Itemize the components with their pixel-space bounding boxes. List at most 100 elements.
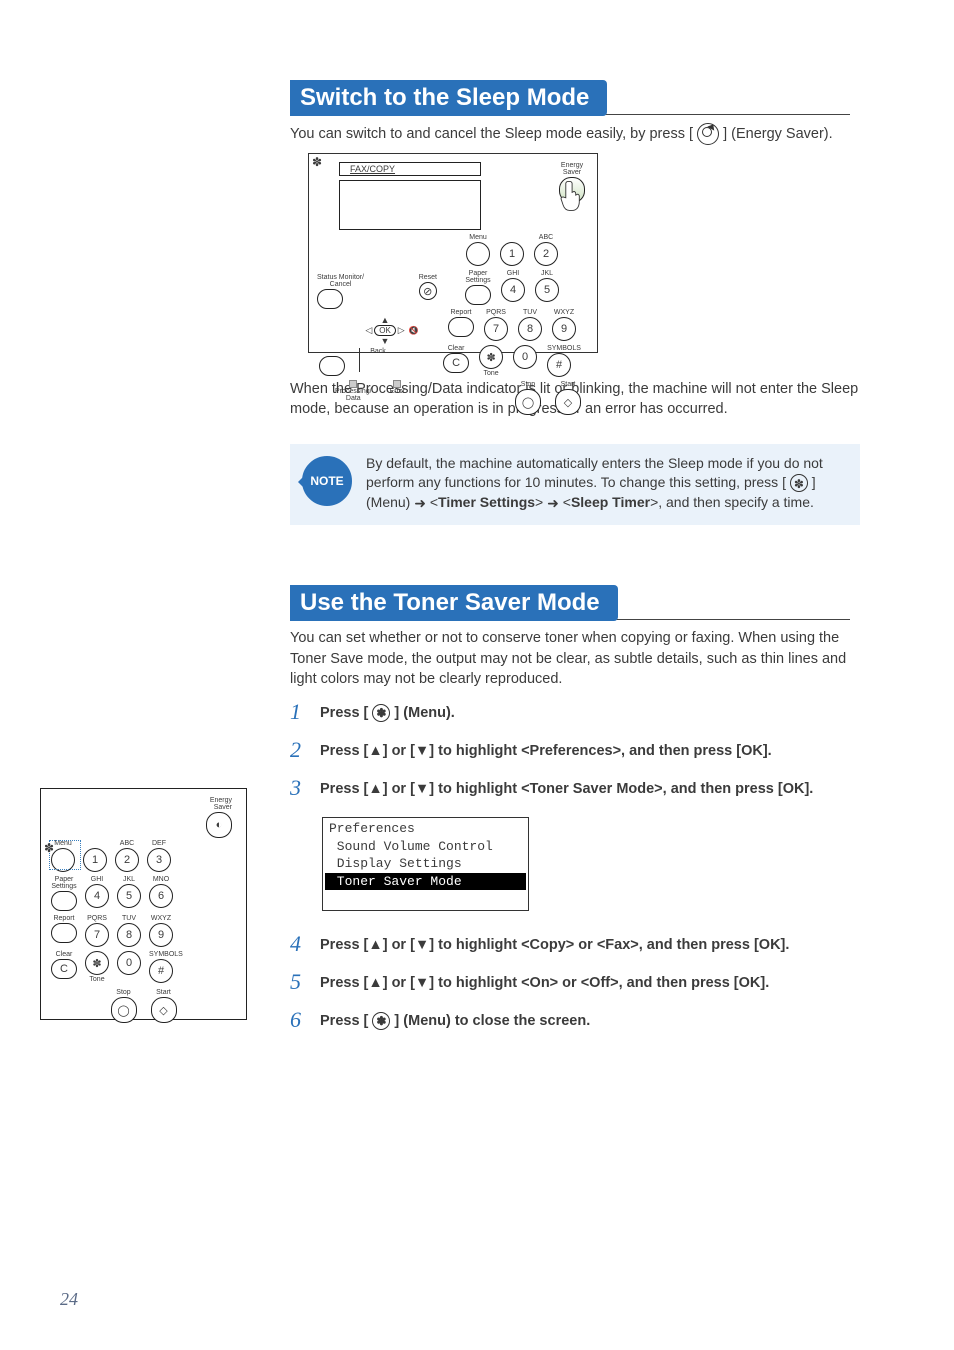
kp-stop: ◯ [111, 997, 137, 1023]
back-button [319, 356, 345, 376]
kp-9: 9 [552, 317, 576, 341]
energy-saver-icon [697, 123, 719, 145]
section-heading-sleep: Switch to the Sleep Mode [290, 80, 860, 114]
note-post: >, and then specify a time. [650, 494, 814, 510]
kp-1: 1 [500, 242, 524, 266]
menu-icon [790, 474, 808, 492]
kp-start: ◇ [151, 997, 177, 1023]
step-1: 1 Press [ ] (Menu). [290, 701, 860, 723]
ok-button: OK [374, 325, 396, 336]
kp-6: 6 [149, 884, 173, 908]
fax-copy-tab: FAX/COPY [339, 162, 481, 176]
kp-symbols: SYMBOLS [547, 345, 581, 352]
step-num: 3 [290, 777, 308, 799]
control-panel-illustration: FAX/COPY Energy Saver ◐ Status Monit [308, 153, 598, 353]
kp-5: 5 [535, 278, 559, 302]
step-num: 2 [290, 739, 308, 761]
reset-label: Reset [419, 274, 437, 281]
kp-clear: C [51, 959, 77, 979]
kp-2: 2 [534, 242, 558, 266]
note-sleep: Sleep Timer [571, 494, 650, 510]
note-badge: NOTE [302, 456, 352, 506]
heading-tab: Use the Toner Saver Mode [290, 585, 618, 621]
kp-stop: ◯ [515, 389, 541, 415]
kp-star: ✽ [85, 951, 109, 975]
step-list: 1 Press [ ] (Menu). 2 Press [▲] or [▼] t… [290, 701, 860, 1031]
section-heading-toner: Use the Toner Saver Mode [290, 585, 860, 619]
kp-tuv: TUV [518, 309, 542, 316]
kp-abc: ABC [534, 234, 558, 241]
error-label: Error [390, 388, 406, 395]
intro-toner: You can set whether or not to conserve t… [290, 628, 860, 689]
reset-button: ⊘ [419, 282, 437, 300]
kp-clear-label: Clear [443, 345, 469, 352]
kp-menu-label: Menu [466, 234, 490, 241]
processing-led [349, 380, 357, 388]
kp-tone-label: Tone [479, 370, 503, 377]
kp-7: 7 [85, 923, 109, 947]
step-text: Press [ ] (Menu) to close the screen. [320, 1009, 590, 1031]
step-text: Press [▲] or [▼] to highlight <Preferenc… [320, 739, 772, 761]
step-text: Press [▲] or [▼] to highlight <Copy> or … [320, 933, 789, 955]
kp-report [51, 923, 77, 943]
menu-icon [372, 704, 390, 722]
step-num: 4 [290, 933, 308, 955]
note-box: NOTE By default, the machine automatical… [290, 444, 860, 526]
note-text: By default, the machine automatically en… [366, 454, 848, 514]
lcd-title: Preferences [323, 820, 528, 838]
kp-start: ◇ [555, 389, 581, 415]
step-num: 1 [290, 701, 308, 723]
step-3: 3 Press [▲] or [▼] to highlight <Toner S… [290, 777, 860, 917]
arrow-icon: ➜ [547, 494, 559, 514]
kp-2: 2 [115, 848, 139, 872]
processing-label: Processing/ Data [335, 388, 372, 402]
lcd-row-selected: Toner Saver Mode [325, 873, 526, 891]
note-timer: Timer Settings [438, 494, 535, 510]
intro-pre: You can switch to and cancel the Sleep m… [290, 126, 697, 142]
step-num: 6 [290, 1009, 308, 1031]
kp-wxyz: WXYZ [552, 309, 576, 316]
status-monitor-button [317, 289, 343, 309]
step-2: 2 Press [▲] or [▼] to highlight <Prefere… [290, 739, 860, 761]
kp-menu [466, 242, 490, 266]
intro-sleep: You can switch to and cancel the Sleep m… [290, 123, 860, 145]
kp-0: 0 [117, 951, 141, 975]
heading-tab: Switch to the Sleep Mode [290, 80, 607, 116]
kp-3: 3 [147, 848, 171, 872]
callout-line [359, 348, 360, 372]
intro-post: ] (Energy Saver). [719, 126, 833, 142]
energy-saver-label: Energy Saver [41, 797, 232, 811]
kp-0: 0 [513, 345, 537, 369]
kp-clear: C [443, 353, 469, 373]
kp-5: 5 [117, 884, 141, 908]
lcd-row: Sound Volume Control [323, 838, 528, 856]
kp-pqrs: PQRS [484, 309, 508, 316]
step-4: 4 Press [▲] or [▼] to highlight <Copy> o… [290, 933, 860, 955]
kp-star: ✽ [479, 345, 503, 369]
kp-hash: # [149, 959, 173, 983]
energy-saver-label: Energy Saver [559, 162, 585, 176]
lcd-row: Display Settings [323, 855, 528, 873]
kp-7: 7 [484, 317, 508, 341]
kp-9: 9 [149, 923, 173, 947]
error-led [393, 380, 401, 388]
kp-start-label: Start [555, 381, 581, 388]
kp-paper [465, 285, 491, 305]
kp-4: 4 [85, 884, 109, 908]
kp-ghi: GHI [501, 270, 525, 277]
step-5: 5 Press [▲] or [▼] to highlight <On> or … [290, 971, 860, 993]
kp-paper-label: Paper Settings [465, 270, 491, 284]
energy-saver-button: ◐ [206, 812, 232, 838]
kp-8: 8 [117, 923, 141, 947]
kp-1: 1 [83, 848, 107, 872]
status-monitor-label: Status Monitor/ Cancel [317, 274, 364, 288]
menu-icon [372, 1012, 390, 1030]
kp-paper [51, 891, 77, 911]
lcd-preview: Preferences Sound Volume Control Display… [322, 817, 529, 911]
keypad-illustration: Energy Saver ◐ Menu 1 ABC2 DEF3 Paper Se… [40, 788, 247, 1020]
lcd-screen [339, 180, 481, 230]
step-num: 5 [290, 971, 308, 993]
arrow-icon: ➜ [414, 494, 426, 514]
kp-4: 4 [501, 278, 525, 302]
kp-hash: # [547, 353, 571, 377]
